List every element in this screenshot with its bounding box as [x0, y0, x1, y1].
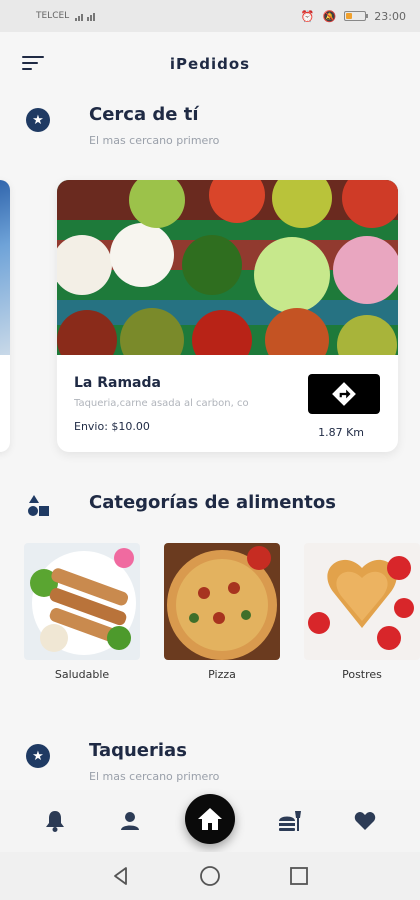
nearby-section-header: ★ Cerca de tí El mas cercano primero [24, 104, 404, 154]
restaurant-photo [57, 180, 398, 355]
taquerias-subtitle: El mas cercano primero [89, 770, 220, 783]
categories-title: Categorías de alimentos [89, 492, 336, 513]
directions-icon [332, 382, 356, 406]
directions-button[interactable] [308, 374, 380, 414]
nav-favorites[interactable] [345, 801, 385, 841]
app-title: iPedidos [169, 55, 251, 73]
pizza-thumbnail [164, 543, 280, 660]
categories-section-header: Categorías de alimentos [24, 492, 404, 522]
status-left: TELCEL [36, 11, 97, 21]
status-right: ⏰ 🔕 23:00 [301, 10, 406, 23]
mute-icon: 🔕 [322, 9, 337, 23]
shapes-icon [26, 494, 50, 518]
category-label: Postres [342, 668, 382, 681]
nav-home[interactable] [184, 794, 235, 844]
heart-icon [354, 812, 375, 830]
previous-card-image [0, 180, 10, 355]
carrier-label: TELCEL [36, 11, 70, 21]
desserts-thumbnail [304, 543, 420, 660]
restaurant-name: La Ramada [74, 375, 161, 391]
nav-profile[interactable] [110, 801, 150, 841]
delivery-fee: Envio: $10.00 [74, 420, 150, 433]
category-label: Saludable [54, 668, 110, 681]
home-circle-icon[interactable] [199, 865, 221, 887]
category-pizza[interactable]: Pizza [164, 543, 280, 681]
app-bar: iPedidos [0, 32, 420, 96]
recents-icon[interactable] [289, 866, 309, 886]
restaurant-card[interactable]: La Ramada Taqueria,carne asada al carbon… [57, 180, 398, 452]
nearby-subtitle: El mas cercano primero [89, 134, 220, 147]
bell-icon [46, 811, 65, 832]
clock: 23:00 [374, 9, 406, 23]
category-desserts[interactable]: Postres [304, 543, 420, 681]
user-icon [121, 812, 140, 830]
nearby-title: Cerca de tí [89, 104, 199, 125]
star-icon: ★ [26, 744, 50, 768]
status-bar: TELCEL ⏰ 🔕 23:00 [0, 0, 420, 32]
alarm-icon: ⏰ [300, 9, 315, 23]
bottom-navigation [0, 790, 420, 852]
nav-notifications[interactable] [35, 801, 75, 841]
restaurant-description: Taqueria,carne asada al carbon, co [74, 398, 249, 409]
restaurant-distance: 1.87 Km [318, 426, 364, 439]
food-icon [278, 811, 301, 831]
nav-food[interactable] [270, 801, 310, 841]
taquerias-title: Taquerias [89, 740, 187, 761]
menu-icon[interactable] [22, 56, 44, 72]
system-navigation-bar [0, 852, 420, 900]
category-healthy[interactable]: Saludable [24, 543, 140, 681]
category-list: Saludable Pizza Postres [24, 543, 420, 683]
previous-restaurant-card[interactable] [0, 180, 10, 452]
star-icon: ★ [26, 108, 50, 132]
healthy-thumbnail [24, 543, 140, 660]
battery-icon [344, 11, 369, 21]
taquerias-section-header: ★ Taquerias El mas cercano primero [24, 740, 404, 784]
back-icon[interactable] [111, 866, 131, 886]
signal-icon [75, 13, 96, 21]
home-icon [197, 808, 222, 830]
category-label: Pizza [208, 668, 236, 681]
